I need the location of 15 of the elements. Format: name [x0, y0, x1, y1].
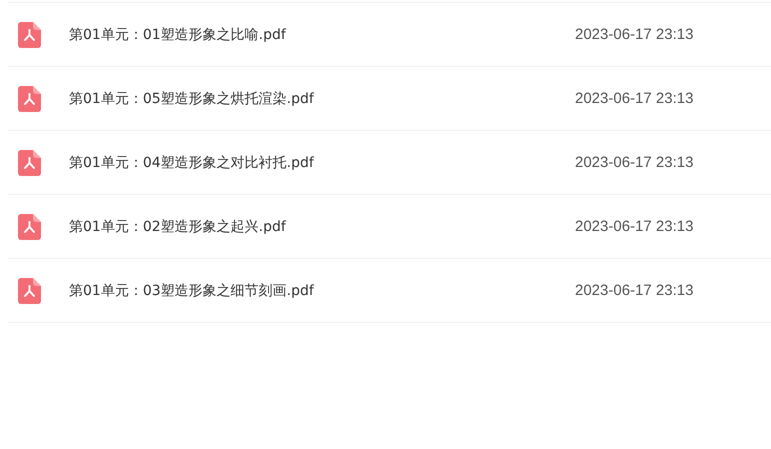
file-date: 2023-06-17 23:13 [575, 218, 694, 235]
file-date: 2023-06-17 23:13 [575, 26, 694, 43]
file-name[interactable]: 第01单元：05塑造形象之烘托渲染.pdf [69, 90, 575, 108]
file-date: 2023-06-17 23:13 [575, 282, 694, 299]
file-name[interactable]: 第01单元：04塑造形象之对比衬托.pdf [69, 154, 575, 172]
pdf-file-icon [18, 150, 41, 176]
file-name[interactable]: 第01单元：03塑造形象之细节刻画.pdf [69, 282, 575, 300]
pdf-file-icon [18, 214, 41, 240]
file-name[interactable]: 第01单元：02塑造形象之起兴.pdf [69, 218, 575, 236]
pdf-file-icon [18, 86, 41, 112]
pdf-file-icon [18, 278, 41, 304]
file-date: 2023-06-17 23:13 [575, 154, 694, 171]
file-date: 2023-06-17 23:13 [575, 90, 694, 107]
pdf-file-icon [18, 22, 41, 48]
file-name[interactable]: 第01单元：01塑造形象之比喻.pdf [69, 26, 575, 44]
